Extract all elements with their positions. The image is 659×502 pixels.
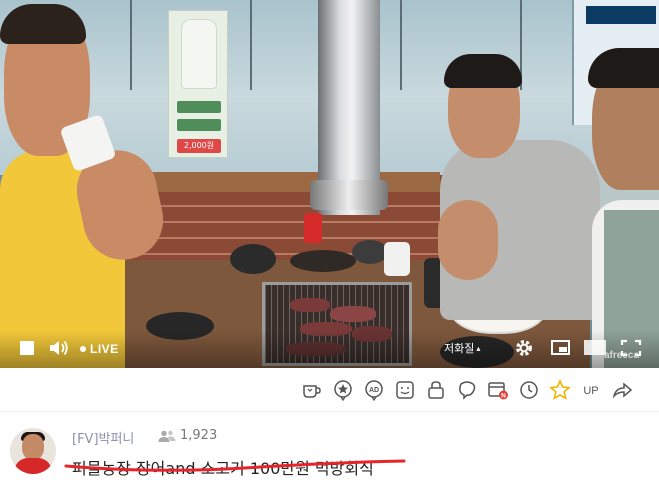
water-cup [384, 242, 410, 276]
share-button[interactable] [606, 376, 637, 404]
channel-avatar[interactable] [10, 428, 56, 474]
ad-balloon-button[interactable]: AD [358, 376, 389, 404]
person-hair [588, 48, 659, 88]
side-dish [352, 240, 388, 264]
subscribe-button[interactable] [420, 376, 451, 404]
coffee-icon [302, 385, 321, 398]
divider [0, 411, 659, 412]
player-controls: LIVE 저화질 ▴ [0, 330, 659, 368]
favorite-button[interactable] [544, 376, 575, 404]
up-button[interactable]: UP [575, 376, 606, 404]
share-icon [612, 382, 632, 399]
red-underline-annotation [64, 459, 406, 472]
viewers-icon [158, 430, 176, 442]
poster-price: 2,000원 [177, 139, 221, 153]
timer-button[interactable] [513, 376, 544, 404]
stop-button[interactable] [20, 341, 34, 355]
ad-label: AD [368, 387, 378, 394]
schedule-button[interactable]: N [482, 376, 513, 404]
clock-icon [519, 381, 538, 399]
afreeca-watermark: afreeca [604, 350, 640, 361]
speaker-icon [50, 340, 68, 356]
volume-button[interactable] [48, 338, 70, 358]
up-icon: UP [583, 385, 598, 397]
up-label: UP [583, 385, 598, 397]
chat-bubble-icon [458, 381, 475, 400]
new-badge: N [501, 392, 506, 399]
star-badge-icon [333, 380, 352, 401]
gear-icon [516, 340, 532, 356]
side-dish [290, 250, 356, 272]
person-arm [438, 200, 498, 280]
channel-name-link[interactable]: [FV]박퍼니 [72, 428, 134, 447]
sticker-button[interactable] [389, 376, 420, 404]
lock-icon [427, 381, 444, 399]
live-label: LIVE [90, 342, 119, 356]
sticker-icon [395, 381, 414, 399]
calendar-new-icon: N [487, 382, 508, 400]
caret-up-icon: ▴ [476, 343, 481, 353]
side-dish [230, 244, 276, 274]
quality-label: 저화질 [444, 342, 475, 355]
gift-coffee-button[interactable] [296, 376, 327, 404]
video-frame[interactable]: 2,000원 LIVE 저화질 ▴ afreeca [0, 0, 659, 368]
live-indicator: LIVE [80, 340, 119, 358]
ad-balloon-icon: AD [364, 380, 383, 401]
hood-ring [310, 180, 388, 210]
viewer-count-value: 1,923 [180, 428, 218, 443]
live-dot-icon [80, 346, 86, 352]
settings-button[interactable] [514, 338, 534, 358]
person-hair [0, 4, 86, 44]
star-balloon-button[interactable] [327, 376, 358, 404]
soju-poster: 2,000원 [168, 10, 228, 158]
favorite-star-icon [548, 379, 571, 400]
viewer-count: 1,923 [158, 428, 217, 443]
mini-player-button[interactable] [551, 340, 570, 355]
theater-mode-button[interactable] [584, 340, 606, 355]
soda-can [304, 213, 322, 243]
quality-selector[interactable]: 저화질 ▴ [444, 340, 480, 356]
chat-button[interactable] [451, 376, 482, 404]
live-player-page: 2,000원 LIVE 저화질 ▴ afreeca AD N UP [FV]박퍼… [0, 0, 659, 502]
action-toolbar: AD N UP [296, 376, 637, 404]
person-hair [444, 54, 522, 88]
